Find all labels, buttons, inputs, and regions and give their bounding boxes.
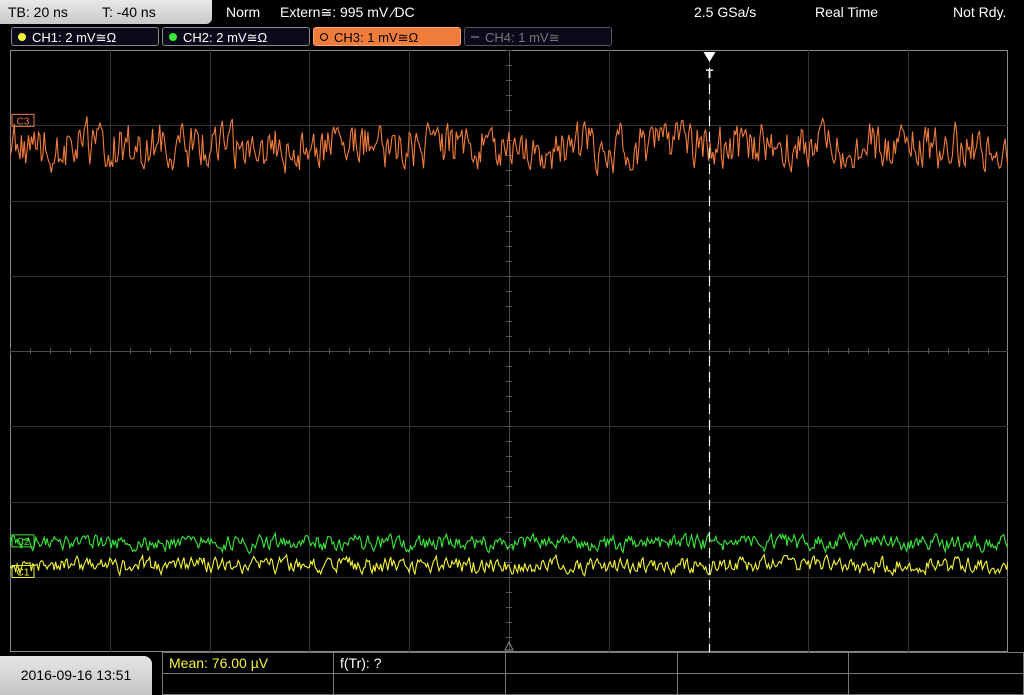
empty-cell-4[interactable] [162, 673, 334, 695]
empty-cell-3[interactable] [848, 652, 1024, 674]
freq-measurement: f(Tr): ? [340, 655, 382, 671]
timebase-box[interactable]: TB: 20 ns T: -40 ns [0, 0, 212, 24]
datetime-value: 2016-09-16 13:51 [20, 667, 132, 683]
channel-1-label: CH1: 2 mV≅Ω [32, 30, 117, 45]
ch2-marker-label: C2 [17, 537, 30, 548]
timebase-value[interactable]: TB: 20 ns [8, 0, 68, 24]
channel-3-dot-icon [320, 33, 328, 41]
channel-1-dot-icon [18, 33, 26, 41]
empty-cell-7[interactable] [677, 673, 849, 695]
status-bar: TB: 20 ns T: -40 ns Norm Extern≅: 995 mV… [0, 0, 1024, 24]
trigger-status: Not Rdy. [953, 4, 1007, 20]
channel-2-button[interactable]: CH2: 2 mV≅Ω [162, 27, 310, 46]
measurement-table[interactable]: Mean: 76.00 µV f(Tr): ? [162, 652, 1024, 695]
datetime-box: 2016-09-16 13:51 [0, 656, 152, 695]
mean-measurement: Mean: 76.00 µV [169, 655, 269, 671]
waveform-display[interactable]: T C3 C2 C1 [10, 50, 1008, 652]
channel-4-dash-icon [471, 36, 479, 38]
acquisition-mode: Real Time [815, 4, 879, 20]
waveform-svg[interactable]: T C3 C2 C1 [10, 50, 1008, 652]
channel-4-button[interactable]: CH4: 1 mV≅ [464, 27, 612, 46]
bottom-bar: 2016-09-16 13:51 Mean: 76.00 µV f(Tr): ? [0, 652, 1024, 695]
ch3-marker-label: C3 [17, 116, 30, 127]
empty-cell-5[interactable] [333, 673, 506, 695]
channel-2-dot-icon [169, 33, 177, 41]
channel-3-button[interactable]: CH3: 1 mV≅Ω [313, 27, 461, 46]
trigger-time-value[interactable]: T: -40 ns [102, 0, 156, 24]
mean-cell[interactable]: Mean: 76.00 µV [162, 652, 334, 674]
trigger-source[interactable]: Extern≅: 995 mV ⁄DC [280, 0, 415, 24]
channel-3-label: CH3: 1 mV≅Ω [334, 30, 419, 45]
channel-1-button[interactable]: CH1: 2 mV≅Ω [11, 27, 159, 46]
trigger-marker-label: T [706, 67, 714, 81]
empty-cell-6[interactable] [505, 673, 678, 695]
empty-cell-8[interactable] [848, 673, 1024, 695]
trigger-mode[interactable]: Norm [226, 0, 260, 24]
freq-cell[interactable]: f(Tr): ? [333, 652, 506, 674]
channel-4-label: CH4: 1 mV≅ [485, 30, 560, 45]
empty-cell-1[interactable] [505, 652, 678, 674]
empty-cell-2[interactable] [677, 652, 849, 674]
sample-rate: 2.5 GSa/s [694, 4, 757, 20]
channel-2-label: CH2: 2 mV≅Ω [183, 30, 268, 45]
ch1-marker-label: C1 [17, 567, 30, 578]
